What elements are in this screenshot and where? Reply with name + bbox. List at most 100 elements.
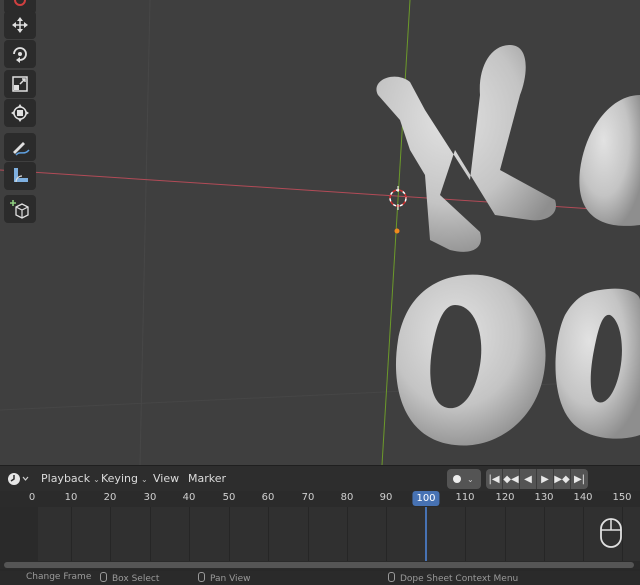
play-reverse-icon: ◀ (524, 473, 532, 485)
mouse-icon (388, 572, 395, 582)
prev-keyframe-button[interactable]: ◆◀ (503, 469, 520, 489)
play-button[interactable]: ▶ (537, 469, 554, 489)
ruler-tick: 70 (301, 492, 315, 503)
timeline-header: Playback ⌄ Keying ⌄ View Marker ⌄ |◀ ◆◀ ◀ … (0, 465, 640, 491)
ruler-tick: 140 (573, 492, 593, 503)
cursor-tool-icon (14, 0, 26, 6)
frame-ruler[interactable]: 0 10 20 30 40 50 60 70 80 90 100 110 120… (0, 491, 640, 507)
measure-tool-icon (14, 168, 28, 183)
rotate-tool-icon (13, 47, 27, 63)
status-context-menu-label: Dope Sheet Context Menu (400, 574, 519, 584)
ruler-tick: 120 (495, 492, 515, 503)
editor-type-button[interactable] (4, 470, 32, 488)
grid-line (622, 507, 623, 561)
mouse-icon (100, 572, 107, 582)
jump-end-button[interactable]: ▶| (571, 469, 588, 489)
grid-line (110, 507, 111, 561)
viewport-scene (0, 0, 640, 465)
grid-line (150, 507, 151, 561)
transform-tool-button[interactable] (4, 99, 36, 127)
scrollbar-thumb[interactable] (4, 562, 634, 568)
grid-line (347, 507, 348, 561)
play-reverse-button[interactable]: ◀ (520, 469, 537, 489)
grid-line (308, 507, 309, 561)
ruler-tick: 110 (455, 492, 475, 503)
chevron-down-icon: ⌄ (140, 475, 148, 484)
annotate-tool-button[interactable] (4, 133, 36, 161)
playback-menu[interactable]: Playback ⌄ (41, 471, 100, 487)
grid-line (465, 507, 466, 561)
grid-line (139, 0, 151, 465)
text-object-o-partial-top (579, 95, 640, 226)
timeline-editor: Playback ⌄ Keying ⌄ View Marker ⌄ |◀ ◆◀ ◀ … (0, 465, 640, 585)
grid-line (544, 507, 545, 561)
scale-tool-icon (12, 76, 28, 92)
ruler-tick: 60 (261, 492, 275, 503)
current-frame-indicator[interactable]: 100 (412, 491, 440, 506)
move-tool-icon (12, 17, 28, 33)
record-icon (453, 475, 461, 483)
keyframe-area[interactable] (0, 507, 640, 561)
add-cube-tool-icon (10, 200, 29, 219)
ruler-tick: 20 (103, 492, 117, 503)
ruler-tick: 150 (612, 492, 632, 503)
jump-start-button[interactable]: |◀ (486, 469, 503, 489)
rotate-tool-button[interactable] (4, 40, 36, 68)
ruler-tick: 80 (340, 492, 354, 503)
add-cube-tool-button[interactable] (4, 195, 36, 223)
grid-line (386, 507, 387, 561)
grid-line (583, 507, 584, 561)
grid-line (229, 507, 230, 561)
status-change-frame: Change Frame (26, 572, 92, 582)
auto-keying-button[interactable]: ⌄ (447, 469, 481, 489)
prev-keyframe-icon: ◆◀ (503, 473, 519, 485)
chevron-down-icon: ⌄ (93, 475, 100, 484)
chevron-down-icon: ⌄ (467, 474, 474, 484)
grid-line (268, 507, 269, 561)
ruler-tick: 30 (143, 492, 157, 503)
keying-menu-label: Keying (101, 472, 138, 485)
marker-menu[interactable]: Marker (188, 471, 226, 487)
next-keyframe-button[interactable]: ▶◆ (554, 469, 571, 489)
status-box-select: Box Select (100, 572, 159, 584)
text-object-o-2 (555, 288, 640, 439)
mouse-icon (198, 572, 205, 582)
playhead-line[interactable] (425, 507, 427, 561)
pre-start-region (0, 507, 38, 561)
ruler-tick: 40 (182, 492, 196, 503)
ruler-tick: 50 (222, 492, 236, 503)
grid-line (71, 507, 72, 561)
annotate-tool-icon (13, 142, 30, 156)
grid-line (0, 379, 640, 411)
keying-menu[interactable]: Keying ⌄ (101, 471, 148, 487)
object-origin (394, 228, 400, 234)
ruler-tick: 90 (379, 492, 393, 503)
status-pan-view-label: Pan View (210, 574, 251, 584)
status-context-menu: Dope Sheet Context Menu (388, 572, 518, 584)
status-bar: Change Frame Box Select Pan View Dope Sh… (0, 571, 640, 585)
playback-controls: |◀ ◆◀ ◀ ▶ ▶◆ ▶| (486, 469, 588, 489)
status-pan-view: Pan View (198, 572, 250, 584)
ruler-tick: 0 (28, 492, 36, 503)
measure-tool-button[interactable] (4, 162, 36, 190)
scale-tool-button[interactable] (4, 70, 36, 98)
move-tool-button[interactable] (4, 11, 36, 39)
play-icon: ▶ (541, 473, 549, 485)
ruler-tick: 130 (534, 492, 554, 503)
jump-end-icon: ▶| (573, 473, 586, 485)
navigate-mouse-icon (600, 518, 622, 551)
jump-start-icon: |◀ (488, 473, 500, 485)
status-box-select-label: Box Select (112, 574, 160, 584)
next-keyframe-icon: ▶◆ (554, 473, 570, 485)
transform-tool-icon (11, 104, 29, 122)
text-object-n (376, 45, 556, 252)
clock-icon (8, 473, 29, 485)
view-menu[interactable]: View (153, 471, 179, 487)
horizontal-scrollbar[interactable] (0, 561, 640, 569)
ruler-tick: 10 (64, 492, 78, 503)
playback-menu-label: Playback (41, 472, 91, 485)
grid-line (505, 507, 506, 561)
3d-viewport[interactable] (0, 0, 640, 465)
text-object-o (395, 274, 546, 446)
grid-line (189, 507, 190, 561)
